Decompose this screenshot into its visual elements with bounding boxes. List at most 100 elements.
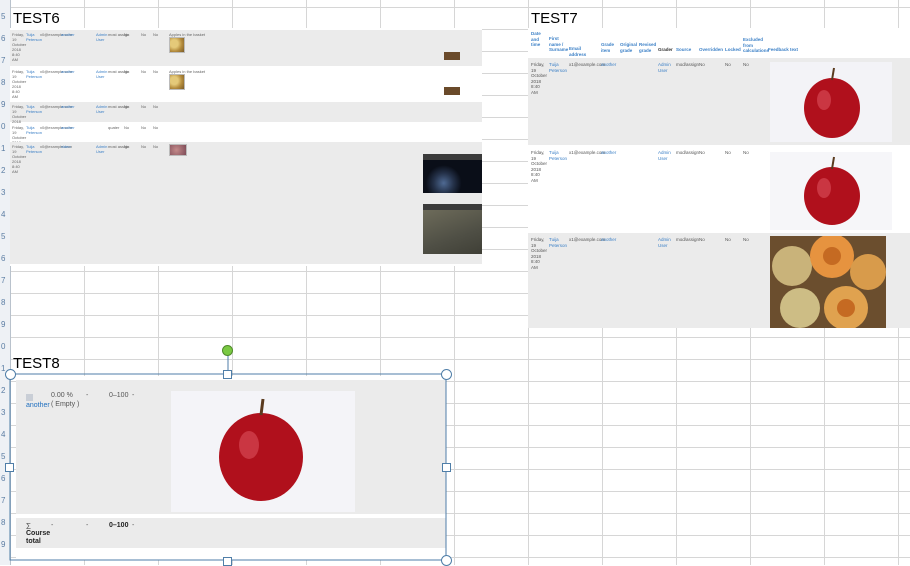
row-number[interactable]: 7 <box>1 276 5 285</box>
test6-name: Tuija Peterson <box>26 69 43 79</box>
melon-image <box>770 236 886 328</box>
test6-row: Friday, 19 October 2018 8:40 AM Tuija Pe… <box>10 67 482 101</box>
test6-locked: No <box>141 104 147 109</box>
test6-excluded: No <box>153 69 159 74</box>
col-header-overridden[interactable]: Overridden <box>699 47 723 53</box>
col-header-original[interactable]: Original grade <box>620 42 637 53</box>
row-number[interactable]: 8 <box>1 298 5 307</box>
test6-screenshot[interactable]: Friday, 19 October 2018 8:40 AM Tuija Pe… <box>10 28 482 266</box>
test6-overridden: No <box>124 144 130 149</box>
col-header-grade-item[interactable]: Grade item <box>601 42 615 53</box>
test6-overridden: No <box>124 32 130 37</box>
red-apple-image <box>770 152 892 230</box>
test6-excluded: No <box>153 32 159 37</box>
test7-row: Friday, 19 October 2018 8:40 AM Tuija Pe… <box>528 233 910 328</box>
row-number[interactable]: 5 <box>1 12 5 21</box>
test6-name: Tuija Peterson <box>26 32 43 42</box>
test7-item: another <box>601 150 617 155</box>
video-frame[interactable] <box>423 210 482 254</box>
resize-handle-left[interactable] <box>5 463 14 472</box>
col-header-revised[interactable]: Revised grade <box>639 42 656 53</box>
test6-date: Friday, 19 October 2018 8:40 AM <box>12 144 27 174</box>
test6-excluded: No <box>153 104 159 109</box>
row-number[interactable]: 7 <box>1 56 5 65</box>
test7-name: Tuija Peterson <box>549 237 568 248</box>
test6-assignment: video <box>61 144 71 149</box>
col-header-locked[interactable]: Locked <box>725 47 741 53</box>
red-apple-image <box>770 62 892 142</box>
test7-name: Tuija Peterson <box>549 150 568 161</box>
row-number[interactable]: 3 <box>1 188 5 197</box>
test6-assignment: another <box>61 69 75 74</box>
row-number[interactable]: 2 <box>1 166 5 175</box>
earth-video-frame[interactable] <box>423 160 482 193</box>
test7-locked: No <box>725 150 731 155</box>
test7-item: another <box>601 237 617 242</box>
col-header-name[interactable]: First name / Surname <box>549 36 568 53</box>
resize-handle-right[interactable] <box>442 463 451 472</box>
test6-title: TEST6 <box>13 10 60 27</box>
test6-user: Admin User <box>96 144 108 154</box>
row-number[interactable]: 6 <box>1 254 5 263</box>
col-header-grader[interactable]: Grader <box>658 47 673 53</box>
resize-handle-bottom-right[interactable] <box>441 555 452 566</box>
test7-row: Friday, 19 October 2018 8:40 AM Tuija Pe… <box>528 58 910 145</box>
row-number[interactable]: 4 <box>1 210 5 219</box>
test6-row: Friday, 19 October 2018 8:40 AM Tuija Pe… <box>10 142 482 264</box>
test7-source: mod/assign <box>676 150 700 155</box>
test7-row: Friday, 19 October 2018 8:40 AM Tuija Pe… <box>528 146 910 232</box>
test7-locked: No <box>725 237 731 242</box>
test6-overridden: No <box>124 69 130 74</box>
resize-handle-top[interactable] <box>223 370 232 379</box>
test6-overridden: No <box>124 104 130 109</box>
test7-name: Tuija Peterson <box>549 62 568 73</box>
test6-date: Friday, 19 October 2018 8:40 AM <box>12 32 27 62</box>
col-header-date[interactable]: Date and time <box>531 31 545 48</box>
test7-screenshot[interactable]: Date and time First name / Surname Email… <box>528 28 910 328</box>
test7-source: mod/assign <box>676 62 700 67</box>
test7-email: x1@example.com <box>569 62 606 67</box>
test7-excluded: No <box>743 237 749 242</box>
test6-excluded: No <box>153 144 159 149</box>
test6-user: Admin User <box>96 32 108 42</box>
row-number[interactable]: 5 <box>1 232 5 241</box>
test7-source: mod/assign <box>676 237 700 242</box>
test6-row: Friday, 19 October 2018 8:40 AM Tuija Pe… <box>10 30 482 66</box>
row-number[interactable]: 8 <box>1 78 5 87</box>
video-thumbnail[interactable] <box>444 87 460 95</box>
test7-date: Friday, 19 October 2018 8:40 AM <box>531 150 548 183</box>
row-number[interactable]: 9 <box>1 320 5 329</box>
test6-name: Tuija Peterson <box>26 144 43 154</box>
test6-locked: No <box>141 144 147 149</box>
test6-date: Friday, 19 October 2018 8:40 AM <box>12 69 27 99</box>
row-number[interactable]: 1 <box>1 144 5 153</box>
rotate-handle[interactable] <box>222 345 233 356</box>
test6-user: Admin User <box>96 104 108 114</box>
col-header-email[interactable]: Email address <box>569 46 597 57</box>
test7-overridden: No <box>699 237 705 242</box>
col-header-source[interactable]: Source <box>676 47 691 53</box>
video-thumbnail[interactable] <box>444 52 460 60</box>
test6-assignment: another <box>61 125 75 130</box>
test7-email: x1@example.com <box>569 237 606 242</box>
test6-assignment: another <box>61 104 75 109</box>
test6-assignment: another <box>61 32 75 37</box>
test7-grader: Admin User <box>658 62 671 73</box>
row-number[interactable]: 0 <box>1 122 5 131</box>
test7-grader: Admin User <box>658 237 671 248</box>
test7-excluded: No <box>743 62 749 67</box>
test7-overridden: No <box>699 62 705 67</box>
resize-handle-top-left[interactable] <box>5 369 16 380</box>
test7-item: another <box>601 62 617 67</box>
row-number[interactable]: 6 <box>1 34 5 43</box>
image-thumbnail <box>169 144 187 156</box>
col-header-excluded[interactable]: Excluded from calculations <box>743 37 769 54</box>
test7-date: Friday, 19 October 2018 8:40 AM <box>531 62 548 95</box>
resize-handle-top-right[interactable] <box>441 369 452 380</box>
row-number[interactable]: 9 <box>1 100 5 109</box>
test7-date: Friday, 19 October 2018 8:40 AM <box>531 237 548 270</box>
col-header-feedback[interactable]: Feedback text <box>768 47 798 53</box>
test6-locked: No <box>141 32 147 37</box>
test7-title: TEST7 <box>531 10 578 27</box>
test6-locked: No <box>141 125 147 130</box>
